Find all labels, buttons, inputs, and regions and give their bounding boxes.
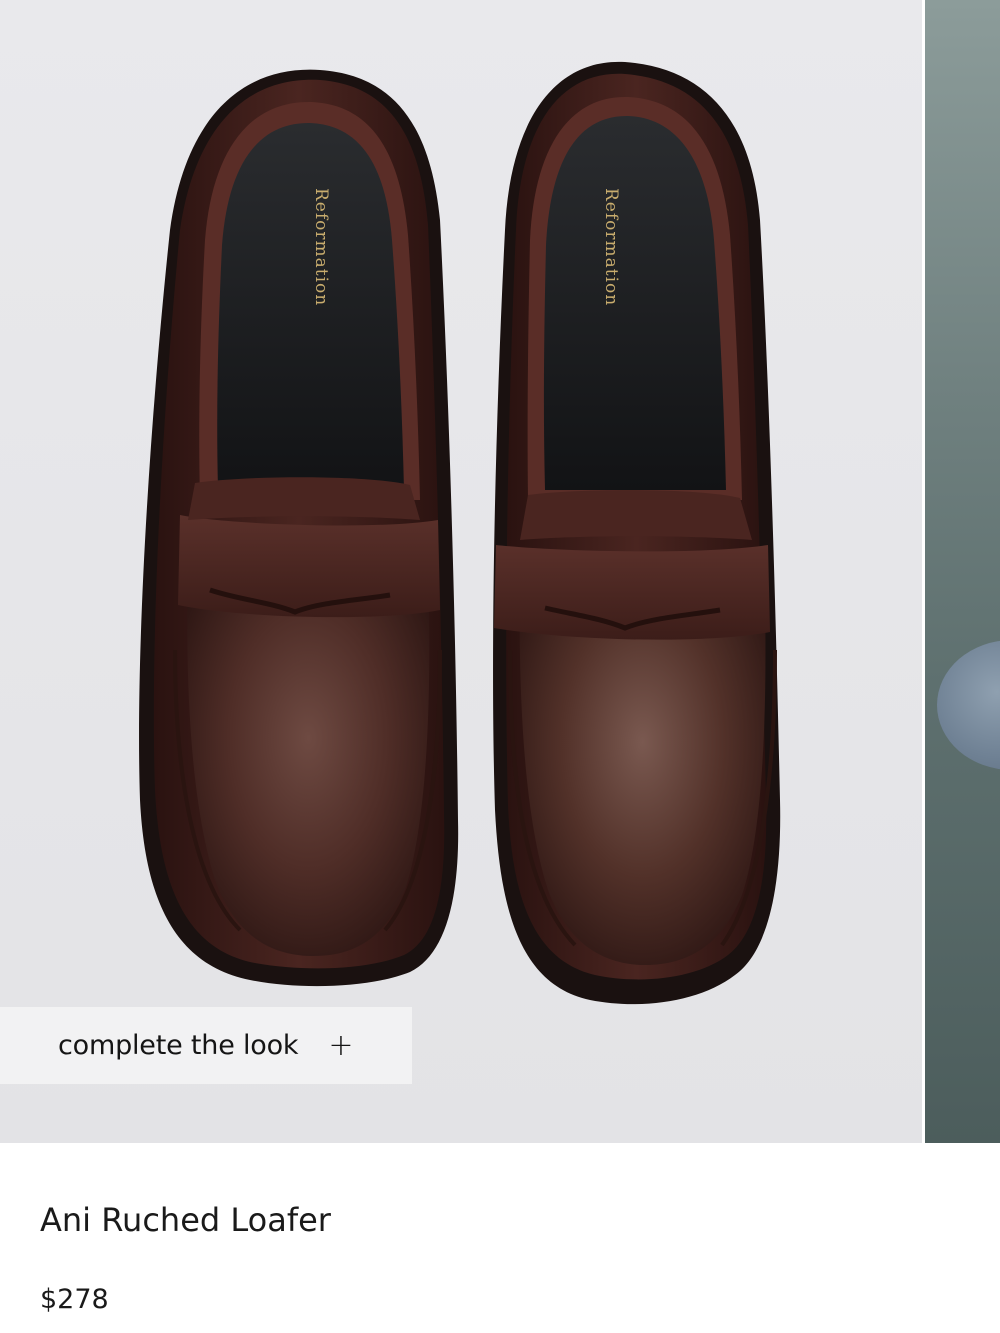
plus-icon: + (328, 1028, 354, 1063)
insole-brand-left: Reformation (311, 188, 331, 306)
product-name[interactable]: Ani Ruched Loafer (40, 1201, 331, 1239)
complete-the-look-button[interactable]: complete the look + (0, 1007, 412, 1084)
right-loafer: Reformation (493, 61, 781, 1005)
left-loafer: Reformation (139, 69, 459, 987)
product-photo-loafers[interactable]: Reformation Reformation (0, 0, 922, 1143)
product-image-gallery[interactable]: Reformation Reformation complete the loo… (0, 0, 1000, 1143)
next-product-photo[interactable] (925, 0, 1000, 1143)
next-photo-detail (937, 640, 1000, 770)
complete-the-look-label: complete the look (58, 1030, 299, 1061)
loafers-illustration: Reformation Reformation (139, 61, 781, 1005)
product-price: $278 (40, 1284, 109, 1315)
insole-brand-right: Reformation (601, 188, 621, 306)
